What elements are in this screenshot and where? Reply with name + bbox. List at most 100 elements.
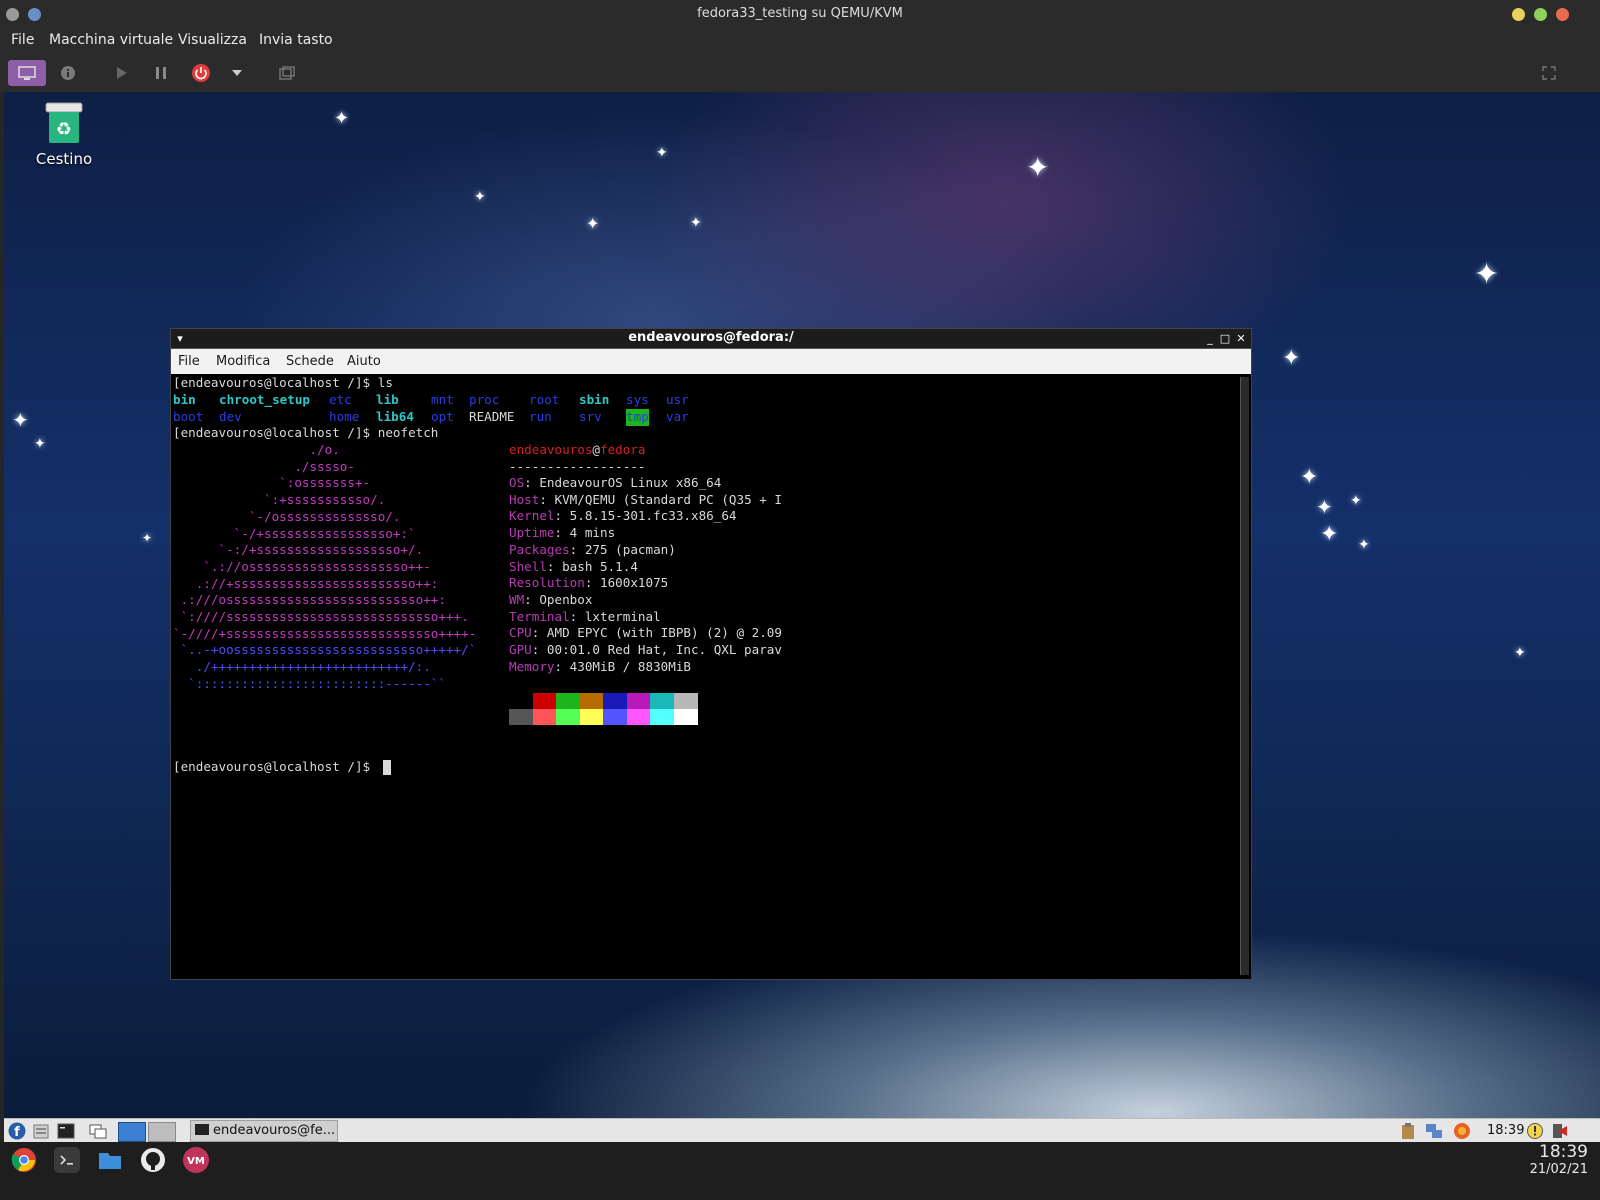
taskbar-item-label: endeavouros@fe...: [213, 1123, 336, 1138]
maximize-button[interactable]: [1534, 8, 1547, 21]
menu-file[interactable]: File: [11, 32, 34, 48]
clipboard-icon[interactable]: [1399, 1122, 1417, 1140]
logo-line: `:+sssssssssso/.: [173, 492, 386, 508]
palette-swatch: [532, 693, 557, 709]
chrome-icon[interactable]: [11, 1147, 37, 1173]
star-icon: ✦: [1282, 346, 1301, 371]
menu-edit[interactable]: Modifica: [216, 354, 270, 369]
logo-line: `:osssssss+-: [173, 475, 371, 491]
star-icon: ✦: [1026, 151, 1050, 184]
file-manager-icon[interactable]: [32, 1122, 50, 1140]
logo-line: ./o.: [173, 442, 340, 457]
taskbar-item-terminal[interactable]: endeavouros@fe...: [190, 1120, 338, 1142]
logo-line: `-////+ssssssssssssssssssssssssssso++++-: [173, 625, 477, 641]
menu-file[interactable]: File: [178, 354, 200, 369]
star-icon: ✦: [1350, 493, 1362, 509]
terminal-screen[interactable]: [endeavouros@localhost /]$ ls bin chroot_…: [171, 375, 1237, 977]
info-key: Memory: [509, 658, 555, 674]
star-icon: ✦: [1514, 645, 1526, 661]
files-icon[interactable]: [97, 1147, 123, 1173]
info-key: Shell: [509, 558, 547, 574]
info-colon: :: [554, 658, 570, 674]
info-key: Packages: [509, 541, 570, 557]
network-icon[interactable]: [1425, 1122, 1443, 1140]
ls-entry-readme: README: [469, 409, 515, 424]
console-icon[interactable]: [8, 60, 46, 86]
palette-swatch: [650, 693, 674, 709]
prompt: [endeavouros@localhost /]$: [173, 425, 371, 440]
ls-entry-var: var: [666, 409, 689, 424]
info-colon: :: [554, 525, 570, 541]
ls-entry-dev: dev: [219, 409, 242, 424]
ls-entry-sys: sys: [626, 392, 649, 407]
info-value: bash 5.1.4: [562, 558, 638, 574]
star-icon: ✦: [1474, 257, 1500, 292]
info-key: Host: [509, 491, 540, 507]
desktop-1-icon[interactable]: [118, 1122, 146, 1142]
dock-clock[interactable]: 18:39: [1539, 1142, 1588, 1162]
logo-line: `:::::::::::::::::::::::::------``: [173, 675, 446, 691]
info-row-packages: Packages: 275 (pacman): [509, 542, 676, 559]
panel-clock[interactable]: 18:39: [1487, 1123, 1524, 1138]
minimize-button[interactable]: [1512, 8, 1525, 21]
text-cursor: [383, 760, 391, 775]
menu-view[interactable]: Visualizza: [178, 32, 247, 48]
info-key: Kernel: [509, 508, 555, 524]
close-button[interactable]: [1556, 8, 1569, 21]
play-icon[interactable]: [110, 60, 132, 86]
pause-icon[interactable]: [150, 60, 172, 86]
info-value: 5.8.15-301.fc33.x86_64: [569, 508, 737, 524]
info-value: KVM/QEMU (Standard PC (Q35 + I: [554, 491, 782, 507]
notification-icon[interactable]: [1526, 1122, 1544, 1140]
terminal-icon[interactable]: [54, 1147, 80, 1173]
info-key: OS: [509, 475, 525, 490]
maximize-button[interactable]: □: [1218, 329, 1232, 348]
terminal-scrollbar[interactable]: [1240, 377, 1249, 975]
star-icon: ✦: [1316, 495, 1333, 519]
terminal-icon: [195, 1124, 209, 1135]
close-button[interactable]: ✕: [1234, 329, 1248, 348]
terminal-titlebar[interactable]: ▾ endeavouros@fedora:/ _ □ ✕: [171, 329, 1251, 349]
firefox-icon[interactable]: [1453, 1122, 1471, 1140]
palette-swatch: [579, 693, 604, 709]
github-icon[interactable]: [140, 1147, 166, 1173]
star-icon: ✦: [656, 145, 668, 161]
star-icon: ✦: [474, 189, 486, 205]
palette-swatch: [556, 709, 580, 725]
host-dock: VM 18:39 21/02/21: [0, 1142, 1600, 1200]
windows-icon[interactable]: [89, 1122, 107, 1140]
fedora-menu-icon[interactable]: f: [8, 1122, 26, 1140]
info-value: lxterminal: [584, 608, 661, 624]
palette-swatch: [556, 693, 580, 709]
info-colon: :: [524, 591, 540, 607]
snapshot-icon[interactable]: [276, 60, 298, 86]
power-dropdown-icon[interactable]: [228, 60, 246, 86]
fullscreen-icon[interactable]: [1538, 60, 1560, 86]
virt-manager-icon[interactable]: VM: [183, 1147, 209, 1173]
menu-help[interactable]: Aiuto: [347, 354, 381, 369]
star-icon: ✦: [334, 108, 350, 129]
desktop-2-icon[interactable]: [148, 1122, 176, 1142]
info-colon: :: [531, 642, 547, 657]
terminal-window[interactable]: ▾ endeavouros@fedora:/ _ □ ✕ File Modifi…: [170, 328, 1252, 980]
info-icon[interactable]: [57, 60, 79, 86]
minimize-button[interactable]: _: [1203, 329, 1217, 348]
ls-entry-home: home: [329, 409, 360, 424]
info-key: CPU: [509, 625, 532, 641]
menu-virtual-machine[interactable]: Macchina virtuale: [49, 32, 173, 48]
menu-tabs[interactable]: Schede: [286, 354, 334, 369]
nf-at: @: [592, 442, 600, 457]
ls-entry-bin: bin: [173, 392, 196, 407]
info-value: EndeavourOS Linux x86_64: [539, 475, 722, 490]
power-icon[interactable]: [190, 60, 212, 86]
info-row-os: OS: EndeavourOS Linux x86_64: [509, 475, 721, 492]
info-value: 1600x1075: [600, 575, 669, 591]
info-row-wm: WM: Openbox: [509, 592, 592, 609]
terminal-launcher-icon[interactable]: [57, 1122, 75, 1140]
logout-icon[interactable]: [1550, 1122, 1568, 1140]
trash-desktop-icon[interactable]: ♻ Cestino: [24, 102, 104, 168]
info-value: Openbox: [539, 591, 593, 607]
ls-entry-opt: opt: [431, 409, 454, 424]
info-colon: :: [569, 608, 585, 624]
menu-send-key[interactable]: Invia tasto: [259, 32, 333, 48]
